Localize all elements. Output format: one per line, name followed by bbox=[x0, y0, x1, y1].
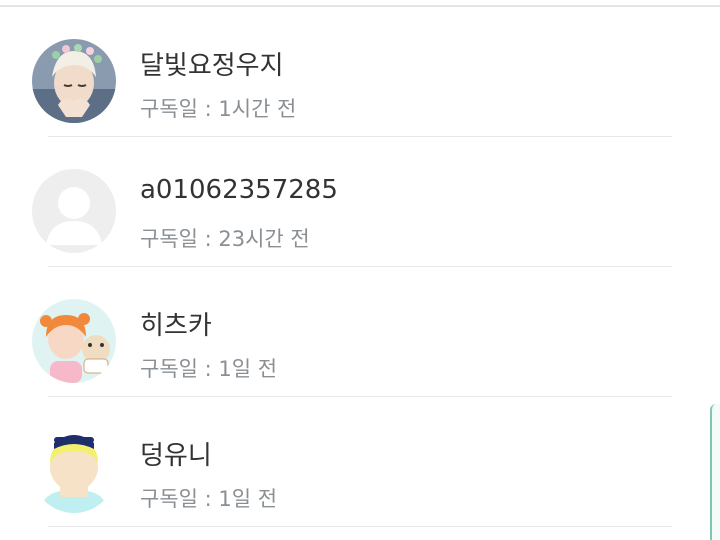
subscriber-item[interactable]: 달빛요정우지 구독일 : 1시간 전 bbox=[0, 7, 720, 137]
subscriber-item[interactable]: 덩유니 구독일 : 1일 전 bbox=[0, 397, 720, 527]
subscriber-name: 히츠카 bbox=[140, 311, 212, 341]
subscription-date: 구독일 : 1일 전 bbox=[140, 357, 278, 381]
subscriber-name: 달빛요정우지 bbox=[140, 51, 284, 81]
avatar[interactable] bbox=[32, 429, 116, 513]
default-avatar-icon[interactable] bbox=[32, 169, 116, 253]
subscriber-list: 달빛요정우지 구독일 : 1시간 전 a01062357285 구독일 : 23… bbox=[0, 7, 720, 527]
avatar[interactable] bbox=[32, 39, 116, 123]
avatar[interactable] bbox=[32, 299, 116, 383]
subscriber-name: 덩유니 bbox=[140, 441, 212, 471]
scroll-edge-indicator bbox=[710, 404, 720, 540]
subscriber-list-screen: 달빛요정우지 구독일 : 1시간 전 a01062357285 구독일 : 23… bbox=[0, 0, 720, 540]
subscription-date: 구독일 : 1일 전 bbox=[140, 487, 278, 511]
row-divider bbox=[48, 526, 672, 527]
subscriber-name: a01062357285 bbox=[140, 175, 338, 205]
subscription-date: 구독일 : 1시간 전 bbox=[140, 97, 297, 121]
subscriber-item[interactable]: 히츠카 구독일 : 1일 전 bbox=[0, 267, 720, 397]
subscription-date: 구독일 : 23시간 전 bbox=[140, 227, 310, 251]
subscriber-item[interactable]: a01062357285 구독일 : 23시간 전 bbox=[0, 137, 720, 267]
